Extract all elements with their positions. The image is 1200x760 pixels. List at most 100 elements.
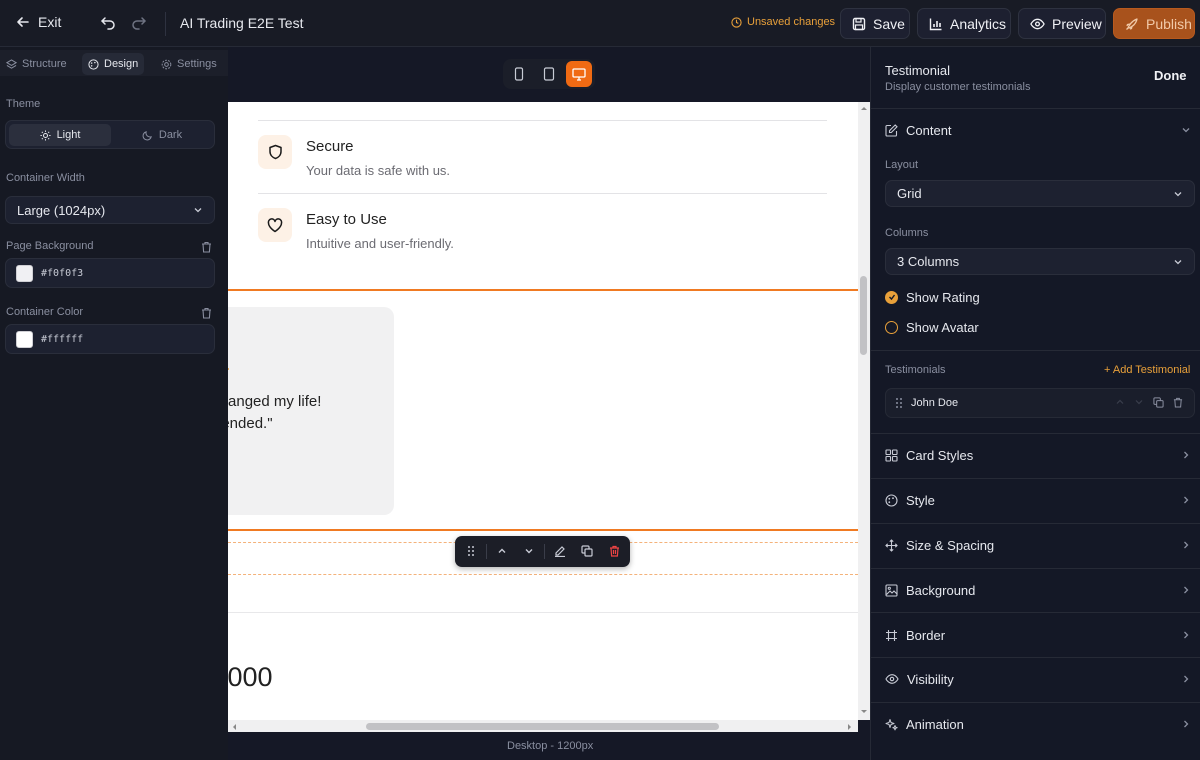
theme-light-label: Light: [56, 129, 81, 141]
duplicate-icon[interactable]: [1153, 397, 1164, 408]
checkbox-unchecked-icon[interactable]: [885, 320, 898, 334]
move-up-icon[interactable]: [494, 543, 510, 559]
horizontal-scrollbar[interactable]: [228, 720, 858, 732]
undo-button[interactable]: [100, 14, 116, 30]
rocket-icon: [1125, 17, 1139, 31]
container-color-field[interactable]: #ffffff: [5, 324, 215, 354]
visibility-section[interactable]: Visibility: [885, 669, 1191, 689]
panel-divider: [871, 568, 1200, 569]
duplicate-icon[interactable]: [579, 543, 595, 559]
columns-select[interactable]: 3 Columns: [885, 248, 1195, 275]
clock-icon: [731, 16, 742, 28]
horizontal-scroll-thumb[interactable]: [366, 723, 719, 730]
bar-chart-icon: [929, 17, 943, 31]
page-background-swatch[interactable]: [16, 264, 33, 282]
testimonial-quote-line: ommended.": [228, 415, 273, 432]
toolbar-divider: [544, 544, 545, 559]
testimonial-card[interactable]: uct changed my life! ommended.": [228, 307, 394, 515]
show-avatar-toggle[interactable]: Show Avatar: [885, 317, 1191, 337]
feature-description: Intuitive and user-friendly.: [306, 236, 454, 251]
checkbox-checked-icon[interactable]: [885, 290, 898, 304]
theme-label: Theme: [6, 98, 41, 110]
container-color-swatch[interactable]: [16, 330, 33, 348]
trash-icon[interactable]: [1173, 397, 1183, 408]
visibility-label: Visibility: [907, 671, 954, 687]
edit-icon[interactable]: [552, 543, 568, 559]
drag-handle-icon[interactable]: [895, 397, 903, 409]
testimonial-list-item[interactable]: John Doe: [885, 388, 1195, 418]
theme-light-option[interactable]: Light: [9, 124, 111, 146]
tab-structure[interactable]: Structure: [0, 53, 73, 75]
toolbar-divider: [165, 12, 166, 36]
tab-design[interactable]: Design: [82, 53, 145, 75]
page-preview[interactable]: Secure Your data is safe with us. Easy t…: [228, 102, 858, 720]
move-up-icon[interactable]: [1115, 397, 1125, 407]
size-spacing-label: Size & Spacing: [906, 537, 995, 553]
tab-settings[interactable]: Settings: [155, 53, 223, 75]
redo-button[interactable]: [131, 14, 147, 30]
animation-section[interactable]: Animation: [885, 714, 1191, 734]
desktop-view-button[interactable]: [566, 61, 592, 87]
palette-icon: [88, 58, 99, 70]
scroll-down-arrow-icon[interactable]: [860, 709, 868, 715]
done-button[interactable]: Done: [1154, 68, 1187, 83]
star-icon: [228, 365, 229, 373]
card-styles-section[interactable]: Card Styles: [885, 445, 1191, 465]
analytics-button[interactable]: Analytics: [917, 8, 1011, 39]
save-button[interactable]: Save: [840, 8, 910, 39]
container-color-value: #ffffff: [41, 333, 84, 345]
frame-icon: [885, 629, 898, 642]
border-section[interactable]: Border: [885, 625, 1191, 645]
exit-button[interactable]: Exit: [16, 14, 61, 30]
feature-icon-box: [258, 208, 292, 242]
chevron-right-icon: [1181, 674, 1191, 684]
drag-handle-icon[interactable]: [463, 543, 479, 559]
panel-divider: [871, 433, 1200, 434]
style-section[interactable]: Style: [885, 490, 1191, 510]
eye-icon: [1030, 17, 1045, 31]
tablet-view-button[interactable]: [536, 61, 562, 87]
mobile-view-button[interactable]: [506, 61, 532, 87]
publish-button[interactable]: Publish: [1113, 8, 1195, 39]
vertical-scrollbar[interactable]: [858, 102, 870, 720]
container-width-select[interactable]: Large (1024px): [5, 196, 215, 224]
selection-border-top: [228, 289, 858, 291]
panel-divider: [871, 702, 1200, 703]
selection-border-bottom: [228, 529, 858, 531]
layers-icon: [6, 58, 17, 70]
block-toolbar: [455, 536, 630, 567]
preview-button[interactable]: Preview: [1018, 8, 1106, 39]
unsaved-status: Unsaved changes: [731, 16, 835, 28]
chevron-right-icon: [1181, 630, 1191, 640]
content-section-header[interactable]: Content: [885, 120, 1191, 140]
vertical-scroll-thumb[interactable]: [860, 276, 867, 355]
scroll-right-arrow-icon[interactable]: [847, 723, 853, 731]
scroll-up-arrow-icon[interactable]: [860, 105, 868, 111]
panel-title: Testimonial: [885, 63, 951, 78]
theme-dark-option[interactable]: Dark: [111, 124, 213, 146]
tab-settings-label: Settings: [177, 58, 217, 70]
chevron-right-icon: [1181, 495, 1191, 505]
size-spacing-section[interactable]: Size & Spacing: [885, 535, 1191, 555]
show-rating-toggle[interactable]: Show Rating: [885, 287, 1191, 307]
trash-icon[interactable]: [201, 241, 212, 253]
add-testimonial-button[interactable]: + Add Testimonial: [1104, 364, 1190, 376]
move-down-icon[interactable]: [1134, 397, 1144, 407]
background-section[interactable]: Background: [885, 580, 1191, 600]
page-background-field[interactable]: #f0f0f3: [5, 258, 215, 288]
unsaved-label: Unsaved changes: [747, 16, 836, 28]
move-down-icon[interactable]: [521, 543, 537, 559]
layout-value: Grid: [897, 186, 922, 201]
trash-icon[interactable]: [201, 307, 212, 319]
delete-icon[interactable]: [606, 543, 622, 559]
theme-dark-label: Dark: [158, 129, 183, 141]
edit-square-icon: [885, 123, 898, 137]
layout-select[interactable]: Grid: [885, 180, 1195, 207]
page-background-label: Page Background: [6, 240, 94, 252]
page-background-value: #f0f0f3: [41, 267, 84, 279]
feature-icon-box: [258, 135, 292, 169]
panel-divider: [871, 523, 1200, 524]
scroll-left-arrow-icon[interactable]: [231, 723, 237, 731]
sidebar-tabs: Structure Design Settings: [0, 50, 228, 76]
grid-icon: [885, 448, 898, 462]
